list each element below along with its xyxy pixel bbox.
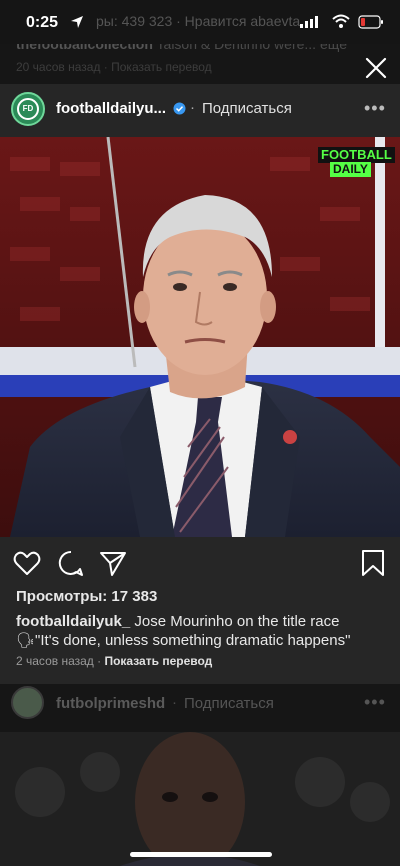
share-icon[interactable] (98, 548, 128, 578)
caption-line1: Jose Mourinho on the title race (130, 613, 340, 630)
next-separator: · (172, 694, 177, 711)
status-bar: 0:25 ры: 439 323 · Нравится abaevta (0, 0, 400, 44)
time-ago: 2 часов назад (16, 654, 94, 668)
header-separator: · (190, 99, 195, 116)
verified-badge-icon (173, 102, 186, 115)
post-header: FD footballdailyu... · Подписаться ••• (0, 84, 400, 136)
close-icon[interactable] (360, 52, 392, 84)
caption-username[interactable]: footballdailyuk_ (16, 613, 130, 630)
bg-views-peek: ры: 439 323 · Нравится abaevta (96, 13, 301, 29)
next-post: futbolprimeshd · Подписаться ••• (0, 684, 400, 866)
home-indicator[interactable] (130, 852, 272, 857)
bg-meta: 20 часов назад · Показать перевод (16, 60, 212, 74)
post-card: FD footballdailyu... · Подписаться ••• F… (0, 84, 400, 684)
next-more-button[interactable]: ••• (364, 692, 386, 713)
action-bar (0, 548, 400, 584)
post-video[interactable]: FOOTBALL DAILY (0, 137, 400, 537)
wifi-icon (332, 14, 350, 28)
caption-line2: "It's done, unless something dramatic ha… (35, 632, 351, 649)
follow-button[interactable]: Подписаться (202, 100, 292, 117)
battery-icon (358, 15, 383, 29)
post-caption: footballdailyuk_ Jose Mourinho on the ti… (16, 612, 392, 650)
next-username[interactable]: futbolprimeshd (56, 695, 165, 712)
heart-icon[interactable] (12, 548, 42, 578)
post-meta: 2 часов назад · Показать перевод (16, 654, 212, 668)
translate-link[interactable]: Показать перевод (104, 654, 212, 668)
more-options-button[interactable]: ••• (364, 98, 386, 119)
avatar[interactable]: FD (11, 92, 45, 126)
post-username[interactable]: footballdailyu... (56, 100, 166, 117)
next-follow-button[interactable]: Подписаться (184, 695, 274, 712)
speaking-head-icon: 🗣 (16, 632, 36, 649)
football-daily-badge: FOOTBALL DAILY (318, 147, 395, 177)
video-frame (0, 137, 400, 537)
badge-line2: DAILY (330, 162, 371, 177)
meta-separator: · (93, 654, 105, 668)
next-avatar[interactable] (11, 686, 44, 719)
signal-icon (300, 16, 318, 28)
views-count: Просмотры: 17 383 (16, 588, 158, 605)
comment-icon[interactable] (56, 548, 86, 578)
location-arrow-icon (71, 16, 83, 28)
status-time: 0:25 (26, 14, 59, 31)
bookmark-icon[interactable] (358, 548, 388, 578)
next-post-media[interactable] (0, 732, 400, 866)
next-media-frame (0, 732, 400, 866)
badge-line1: FOOTBALL (318, 147, 395, 163)
